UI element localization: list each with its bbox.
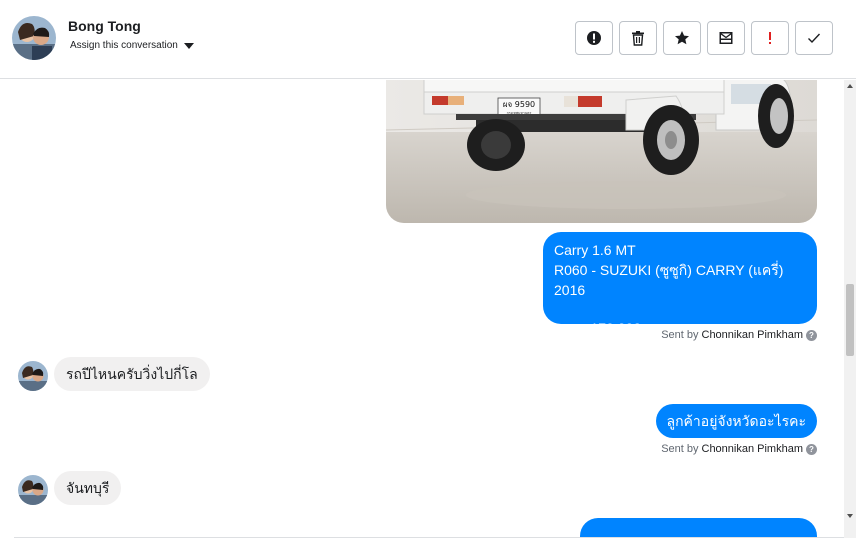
follow-up-button[interactable] <box>751 21 789 55</box>
scrollbar[interactable] <box>844 80 856 538</box>
mark-unread-icon <box>719 32 733 44</box>
car-model-text: Carry 1.6 MT <box>554 242 636 258</box>
follow-up-icon <box>769 32 771 44</box>
conversation-header: Bong Tong Assign this conversation <box>0 0 856 79</box>
car-code-text: R060 - SUZUKI (ซูซูกิ) CARRY (แครี่) 201… <box>554 262 784 298</box>
plate-number: ผจ 9590 <box>503 100 535 109</box>
sent-by-label: Sent by Chonnikan Pimkham ? <box>661 329 817 341</box>
car-photo-attachment[interactable]: ผจ 9590 กรุงเทพมหานคร <box>386 80 817 223</box>
contact-avatar-small[interactable] <box>18 475 48 505</box>
mark-unread-button[interactable] <box>707 21 745 55</box>
message-bubble-outgoing[interactable]: Carry 1.6 MT R060 - SUZUKI (ซูซูกิ) CARR… <box>543 232 817 336</box>
trash-icon <box>632 31 644 46</box>
message-bubble-outgoing[interactable]: ลูกค้าอยู่จังหวัดอะไรคะ <box>655 404 817 438</box>
assign-conversation-dropdown[interactable]: Assign this conversation <box>70 40 194 51</box>
star-button[interactable] <box>663 21 701 55</box>
report-spam-icon <box>587 31 601 45</box>
sender-name: Chonnikan Pimkham <box>701 329 804 341</box>
sent-by-label: Sent by Chonnikan Pimkham ? <box>661 443 817 455</box>
report-spam-button[interactable] <box>575 21 613 55</box>
scroll-down-arrow-icon[interactable] <box>847 514 853 518</box>
star-icon <box>675 31 689 45</box>
contact-name: Bong Tong <box>68 18 141 34</box>
contact-avatar[interactable] <box>12 16 56 60</box>
scrollbar-thumb[interactable] <box>846 284 854 356</box>
message-bubble-outgoing-partial[interactable] <box>580 518 817 538</box>
mark-done-button[interactable] <box>795 21 833 55</box>
message-bubble-incoming[interactable]: จันทบุรี <box>54 471 122 505</box>
message-thread[interactable]: ผจ 9590 กรุงเทพมหานคร Carry 1.6 MT R060 … <box>0 80 844 538</box>
scroll-up-arrow-icon[interactable] <box>847 84 853 88</box>
sent-by-prefix: Sent by <box>661 443 699 455</box>
help-icon[interactable]: ? <box>806 443 817 455</box>
message-bubble-incoming[interactable]: รถปีไหนครับวิ่งไปกี่โล <box>54 357 210 391</box>
delete-button[interactable] <box>619 21 657 55</box>
conversation-actions <box>575 21 833 55</box>
assign-label: Assign this conversation <box>70 40 178 51</box>
composer-divider <box>14 537 844 538</box>
contact-avatar-small[interactable] <box>18 361 48 391</box>
caret-down-icon <box>183 42 194 49</box>
checkmark-icon <box>808 33 821 44</box>
help-icon[interactable]: ? <box>806 329 817 341</box>
sender-name: Chonnikan Pimkham <box>701 443 804 455</box>
sent-by-prefix: Sent by <box>661 329 699 341</box>
